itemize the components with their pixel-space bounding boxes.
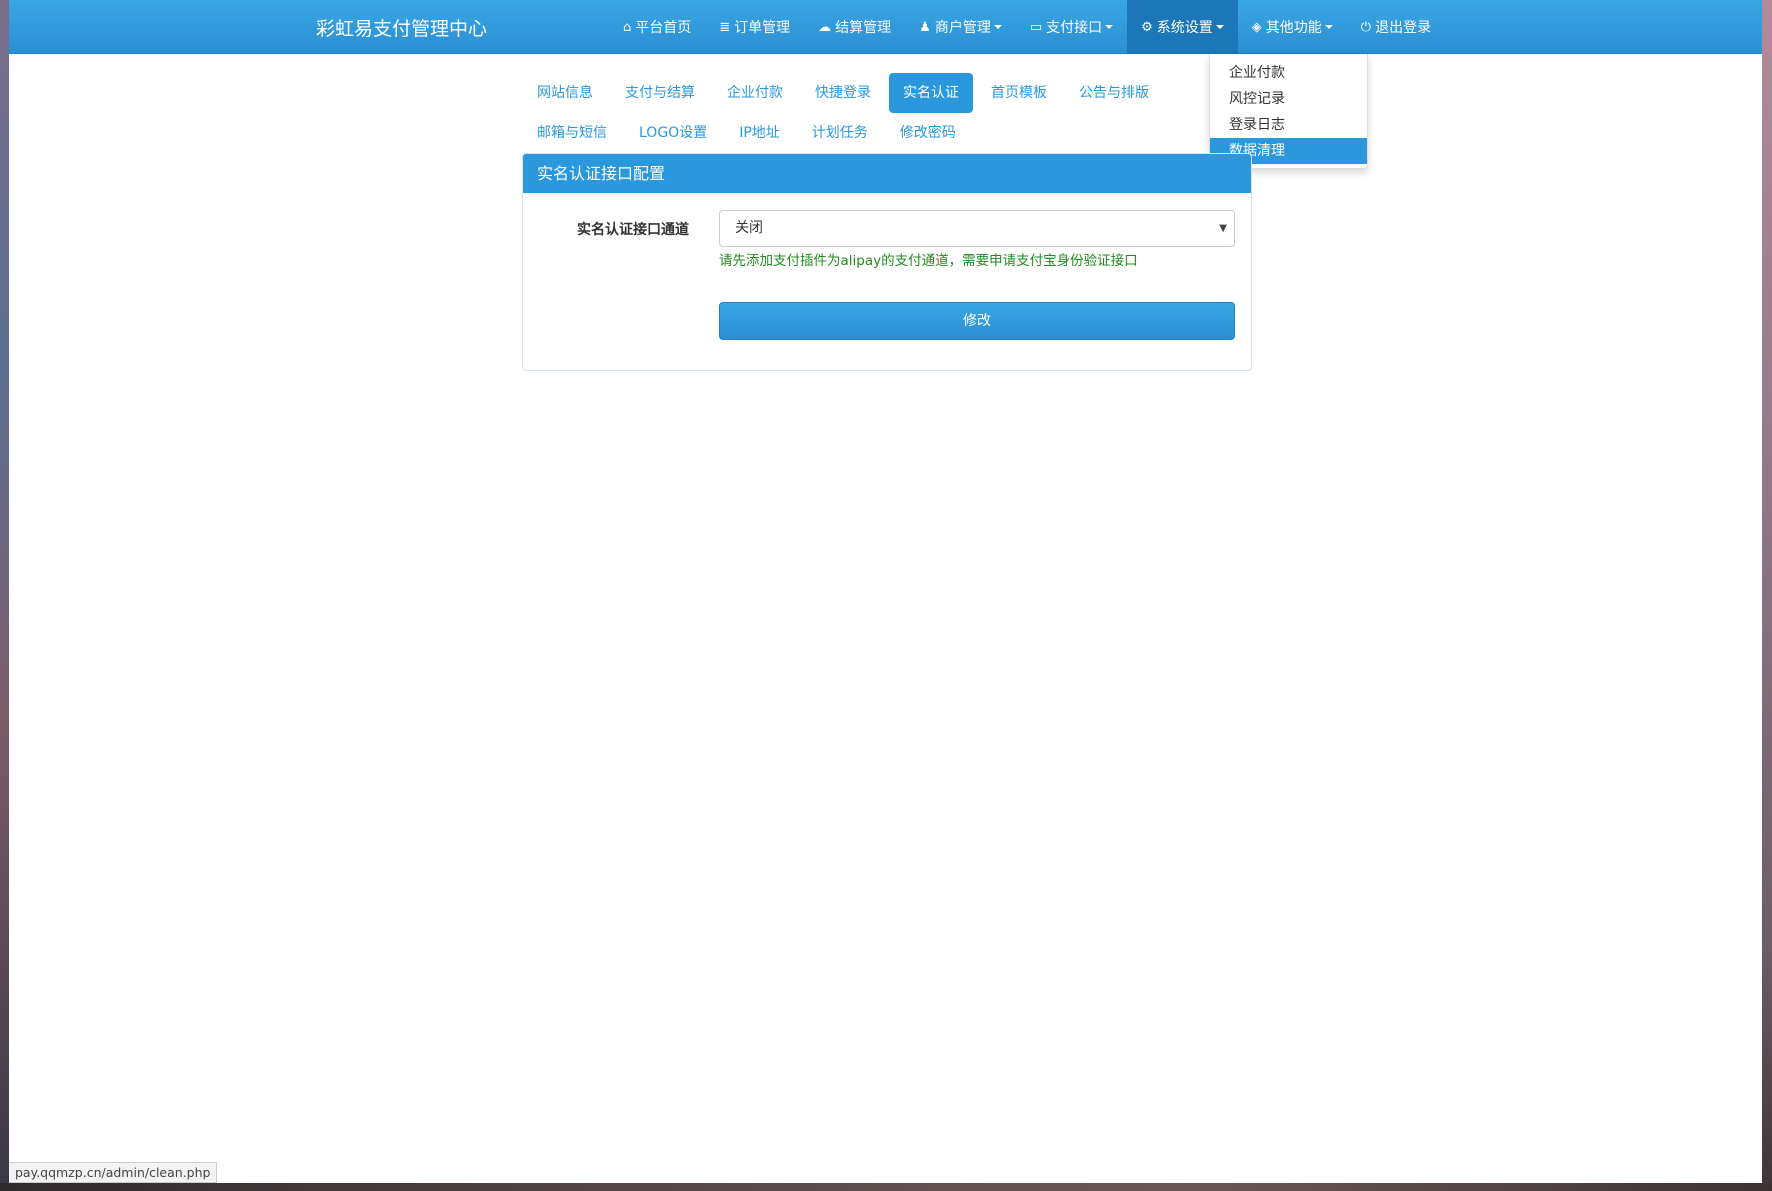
main-nav: ⌂ 平台首页 ≣ 订单管理 ☁ 结算管理 ♟ 商户管理 ▭ 支付接口 ⚙ 系统设… (609, 0, 1445, 54)
tab-payment-settlement[interactable]: 支付与结算 (611, 73, 709, 113)
tab-site-info[interactable]: 网站信息 (523, 73, 607, 113)
chevron-down-icon (1105, 25, 1114, 29)
desktop-edge-bottom (0, 1183, 1772, 1191)
list-icon: ≣ (719, 19, 731, 35)
chevron-down-icon (1215, 25, 1224, 29)
home-icon: ⌂ (623, 19, 632, 35)
nav-payment-api-label: 支付接口 (1046, 20, 1103, 36)
nav-settlement[interactable]: ☁ 结算管理 (804, 0, 905, 54)
tab-change-password[interactable]: 修改密码 (886, 113, 970, 153)
top-navbar: 彩虹易支付管理中心 ⌂ 平台首页 ≣ 订单管理 ☁ 结算管理 ♟ 商户管理 ▭ … (9, 0, 1762, 54)
credit-card-icon: ▭ (1029, 19, 1043, 35)
nav-merchants[interactable]: ♟ 商户管理 (905, 0, 1016, 54)
real-name-auth-panel: 实名认证接口配置 实名认证接口通道 关闭 ▼ 请先添加支付插件为alipay的支… (522, 153, 1252, 371)
cloud-icon: ☁ (818, 19, 832, 35)
tab-email-sms[interactable]: 邮箱与短信 (523, 113, 621, 153)
tab-logo-settings[interactable]: LOGO设置 (625, 113, 721, 153)
nav-system-settings[interactable]: ⚙ 系统设置 (1127, 0, 1238, 54)
status-bar-url: pay.qqmzp.cn/admin/clean.php (9, 1162, 218, 1183)
tab-announcement-layout[interactable]: 公告与排版 (1065, 73, 1163, 113)
cube-icon: ◈ (1251, 19, 1262, 35)
channel-label: 实名认证接口通道 (577, 222, 689, 238)
desktop-edge-left (0, 0, 9, 1191)
chevron-down-icon (993, 25, 1002, 29)
nav-orders[interactable]: ≣ 订单管理 (705, 0, 804, 54)
tab-row-1: 网站信息 支付与结算 企业付款 快捷登录 实名认证 首页模板 公告与排版 (523, 73, 1283, 113)
channel-help-text: 请先添加支付插件为alipay的支付通道，需要申请支付宝身份验证接口 (719, 253, 1138, 269)
tab-ip-address[interactable]: IP地址 (725, 113, 794, 153)
channel-select[interactable]: 关闭 ▼ (719, 210, 1235, 247)
nav-orders-label: 订单管理 (734, 20, 791, 36)
user-icon: ♟ (919, 19, 931, 35)
desktop-edge-right (1762, 0, 1772, 1191)
brand-title[interactable]: 彩虹易支付管理中心 (316, 14, 487, 41)
browser-page: 彩虹易支付管理中心 ⌂ 平台首页 ≣ 订单管理 ☁ 结算管理 ♟ 商户管理 ▭ … (9, 0, 1762, 1183)
nav-other-functions[interactable]: ◈ 其他功能 (1238, 0, 1347, 54)
nav-other-functions-label: 其他功能 (1265, 20, 1322, 36)
tab-enterprise-payment[interactable]: 企业付款 (713, 73, 797, 113)
nav-home[interactable]: ⌂ 平台首页 (609, 0, 705, 54)
nav-home-label: 平台首页 (635, 20, 692, 36)
nav-system-settings-label: 系统设置 (1156, 20, 1213, 36)
select-arrow-icon: ▼ (1219, 223, 1227, 234)
tab-real-name-auth[interactable]: 实名认证 (889, 73, 973, 113)
power-icon: ⏻ (1360, 19, 1372, 35)
channel-select-value: 关闭 (735, 220, 763, 236)
tab-row-2: 邮箱与短信 LOGO设置 IP地址 计划任务 修改密码 (523, 113, 1283, 153)
panel-title: 实名认证接口配置 (523, 154, 1251, 193)
tab-scheduled-tasks[interactable]: 计划任务 (798, 113, 882, 153)
nav-payment-api[interactable]: ▭ 支付接口 (1016, 0, 1127, 54)
nav-settlement-label: 结算管理 (835, 20, 892, 36)
gear-icon: ⚙ (1141, 19, 1153, 35)
tab-quick-login[interactable]: 快捷登录 (801, 73, 885, 113)
chevron-down-icon (1324, 25, 1333, 29)
submit-button[interactable]: 修改 (719, 302, 1235, 340)
settings-tabs: 网站信息 支付与结算 企业付款 快捷登录 实名认证 首页模板 公告与排版 邮箱与… (523, 73, 1283, 153)
nav-logout-label: 退出登录 (1375, 20, 1432, 36)
nav-logout[interactable]: ⏻ 退出登录 (1347, 0, 1445, 54)
nav-merchants-label: 商户管理 (934, 20, 991, 36)
tab-homepage-template[interactable]: 首页模板 (977, 73, 1061, 113)
